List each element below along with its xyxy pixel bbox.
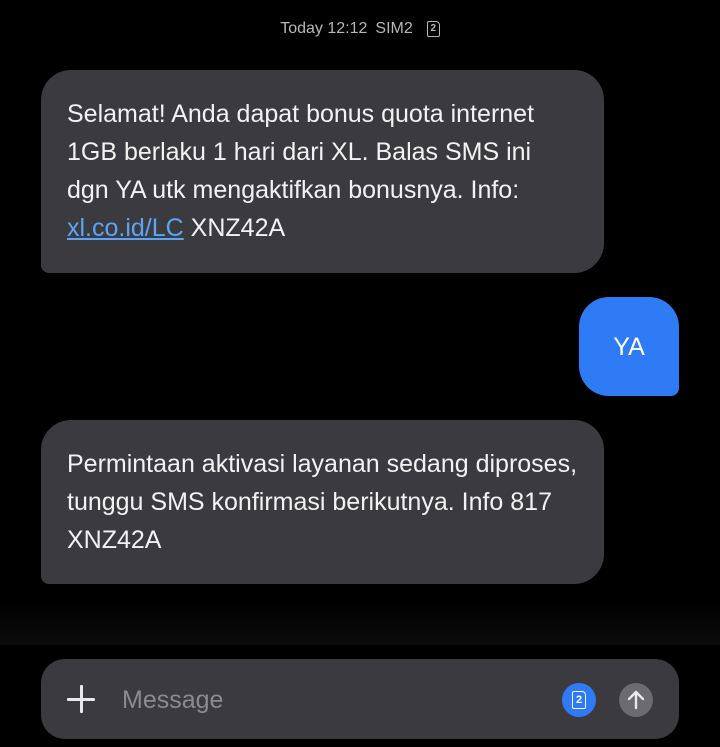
incoming-message-bubble[interactable]: Permintaan aktivasi layanan sedang dipro… (41, 420, 604, 584)
scroll-fade (0, 600, 720, 645)
message-text: Permintaan aktivasi layanan sedang dipro… (67, 450, 578, 554)
message-text: Selamat! Anda dapat bonus quota internet… (67, 100, 535, 204)
arrow-up-icon (627, 690, 645, 710)
sim-card-icon: 2 (572, 691, 586, 709)
plus-icon[interactable] (65, 683, 97, 715)
message-text-suffix: XNZ42A (183, 214, 286, 242)
conversation-screen: Today 12:12 SIM2 2 Selamat! Anda dapat b… (0, 0, 720, 747)
message-text: YA (613, 332, 645, 361)
message-timestamp: Today 12:12 SIM2 2 (0, 20, 720, 38)
sim-label: SIM2 (375, 20, 413, 37)
message-composer: 2 (41, 659, 679, 739)
send-button[interactable] (619, 683, 653, 717)
outgoing-message-bubble[interactable]: YA (579, 297, 679, 396)
incoming-message-bubble[interactable]: Selamat! Anda dapat bonus quota internet… (41, 70, 604, 273)
sim-card-icon: 2 (426, 21, 440, 37)
message-input[interactable] (120, 679, 544, 721)
timestamp-text: Today 12:12 (280, 20, 368, 37)
sim-select-button[interactable]: 2 (562, 683, 596, 717)
message-link[interactable]: xl.co.id/LC (67, 214, 184, 242)
